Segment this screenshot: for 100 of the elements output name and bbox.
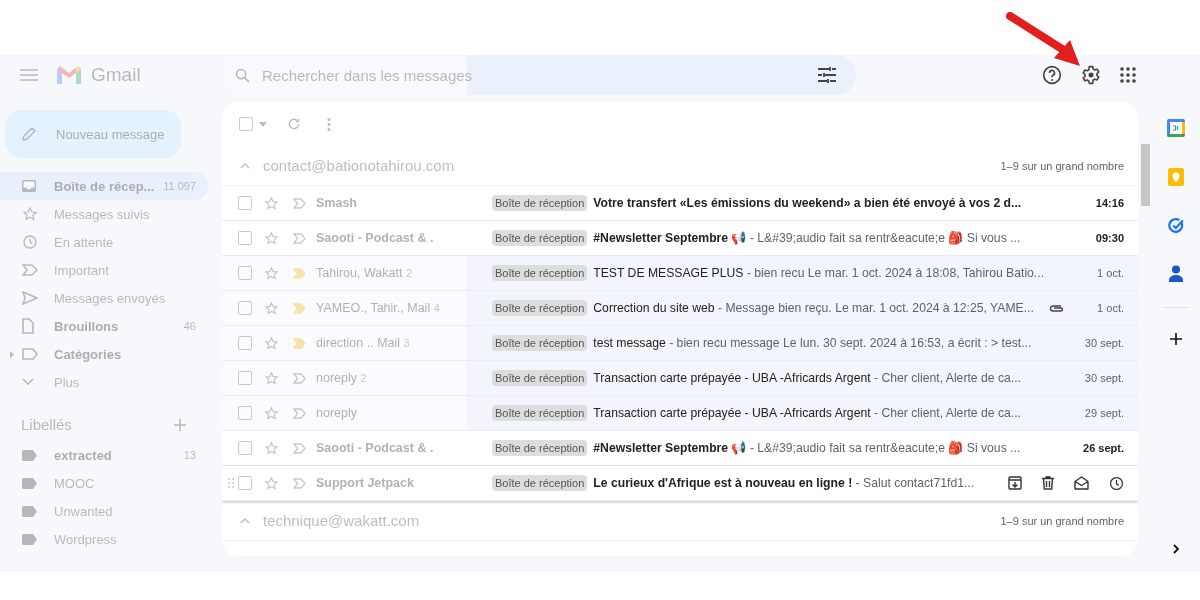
email-row[interactable]: Saooti - Podcast & . Boîte de réception #Newsletter Septembre 📢 - L&#39;audio fait sa rentr&eacute;e 🎒 Si vous ... 26 sept. bbox=[222, 431, 1138, 466]
message-date: 09:30 bbox=[1094, 232, 1124, 244]
row-checkbox[interactable] bbox=[238, 406, 252, 420]
nav-label: Brouillons bbox=[54, 318, 119, 334]
important-marker-icon[interactable] bbox=[293, 302, 306, 314]
sender-name: Saooti - Podcast & . bbox=[316, 441, 434, 455]
pencil-icon bbox=[20, 125, 38, 143]
label-item[interactable]: MOOC bbox=[0, 469, 208, 497]
apps-grid-icon[interactable] bbox=[1120, 67, 1136, 83]
nav-item[interactable]: En attente bbox=[0, 228, 208, 256]
collapse-caret-icon[interactable] bbox=[240, 162, 250, 169]
label-item[interactable]: extracted 13 bbox=[0, 441, 208, 469]
label-name: Wordpress bbox=[54, 531, 117, 547]
caret-icon[interactable] bbox=[259, 121, 267, 127]
important-marker-icon[interactable] bbox=[293, 442, 306, 454]
archive-icon[interactable] bbox=[1008, 476, 1022, 490]
important-marker-icon[interactable] bbox=[293, 232, 306, 244]
tasks-check-icon[interactable] bbox=[1167, 217, 1185, 234]
row-checkbox[interactable] bbox=[238, 336, 252, 350]
collapse-caret-icon[interactable] bbox=[240, 517, 250, 524]
important-icon bbox=[22, 264, 38, 276]
important-marker-icon[interactable] bbox=[293, 197, 306, 209]
nav-label: Messages suivis bbox=[54, 206, 150, 222]
message-preview: #Newsletter Septembre 📢 - L&#39;audio fait sa rentr&eacute;e 🎒 Si vous ... bbox=[593, 439, 1022, 457]
row-checkbox[interactable] bbox=[238, 231, 252, 245]
star-icon[interactable] bbox=[264, 300, 279, 316]
search-field[interactable]: Rechercher dans les messages bbox=[260, 65, 818, 85]
star-icon[interactable] bbox=[264, 195, 279, 211]
delete-icon[interactable] bbox=[1042, 476, 1054, 490]
message-preview: Transaction carte prépayée - UBA -Africards Argent - Cher client, Alerte de ca... bbox=[593, 369, 1022, 387]
compose-button[interactable]: Nouveau message bbox=[5, 110, 181, 158]
label-outline-icon bbox=[22, 348, 38, 360]
sender-name: Smash bbox=[316, 196, 357, 210]
label-count: 13 bbox=[183, 449, 196, 461]
star-icon[interactable] bbox=[264, 335, 279, 351]
menu-icon[interactable] bbox=[20, 69, 38, 81]
nav-count: 46 bbox=[183, 320, 196, 332]
select-all-checkbox[interactable] bbox=[239, 117, 253, 131]
settings-icon[interactable] bbox=[1081, 65, 1101, 85]
label-name: extracted bbox=[54, 447, 112, 463]
send-icon bbox=[22, 291, 38, 305]
filter-sliders-icon[interactable] bbox=[818, 67, 836, 83]
message-preview: test message - bien recu message Le lun. 30 sept. 2024 à 16:53, a écrit : > test... bbox=[593, 334, 1033, 352]
row-checkbox[interactable] bbox=[238, 371, 252, 385]
star-icon bbox=[22, 206, 38, 222]
row-checkbox[interactable] bbox=[238, 196, 252, 210]
email-row[interactable]: Support Jetpack Boîte de réception Le curieux d'Afrique est à nouveau en ligne ! - Salut contact71fd1... bbox=[222, 466, 1138, 501]
nav-item[interactable]: Catégories bbox=[0, 340, 208, 368]
label-item[interactable]: Unwanted bbox=[0, 497, 208, 525]
chevron-right-icon[interactable] bbox=[1173, 544, 1179, 554]
more-vertical-icon[interactable] bbox=[327, 117, 331, 131]
calendar-icon[interactable] bbox=[1167, 119, 1185, 137]
app-name: Gmail bbox=[91, 64, 141, 86]
star-icon[interactable] bbox=[264, 440, 279, 456]
help-icon[interactable] bbox=[1042, 65, 1062, 85]
important-marker-icon[interactable] bbox=[293, 372, 306, 384]
row-checkbox[interactable] bbox=[238, 301, 252, 315]
row-checkbox[interactable] bbox=[238, 476, 252, 490]
nav-item[interactable]: Important bbox=[0, 256, 208, 284]
nav-item[interactable]: Messages suivis bbox=[0, 200, 208, 228]
important-marker-icon[interactable] bbox=[293, 407, 306, 419]
drag-handle-icon[interactable] bbox=[228, 478, 234, 488]
page-counter: 1–9 sur un grand nombre bbox=[1000, 159, 1124, 172]
clock-icon[interactable] bbox=[1109, 475, 1124, 491]
label-icon bbox=[22, 477, 37, 489]
nav-item[interactable]: Plus bbox=[0, 368, 208, 396]
star-icon[interactable] bbox=[264, 405, 279, 421]
expand-arrow-icon[interactable] bbox=[10, 350, 14, 358]
message-date: 30 sept. bbox=[1083, 337, 1124, 349]
inbox-label-tag: Boîte de réception bbox=[492, 370, 588, 386]
important-marker-icon[interactable] bbox=[293, 337, 306, 349]
open-envelope-icon[interactable] bbox=[1074, 476, 1089, 490]
star-icon[interactable] bbox=[264, 265, 279, 281]
gmail-logo-icon bbox=[56, 65, 82, 85]
row-checkbox[interactable] bbox=[238, 266, 252, 280]
email-row[interactable]: noreply Boîte de réception Transaction carte prépayée - UBA -Africards Argent - Cher client, Alerte de ca... 29 sept. bbox=[222, 396, 1138, 431]
person-icon[interactable] bbox=[1169, 265, 1183, 282]
nav-item[interactable]: Brouillons 46 bbox=[0, 312, 208, 340]
labels-heading: Libellés bbox=[21, 416, 72, 433]
important-marker-icon[interactable] bbox=[293, 477, 306, 489]
nav-item[interactable]: Boîte de récep... 11 097 bbox=[0, 172, 208, 200]
nav-label: Plus bbox=[54, 374, 80, 390]
account-heading: contact@bationotahirou.com bbox=[263, 157, 455, 174]
plus-icon[interactable] bbox=[1170, 333, 1182, 345]
email-row[interactable]: Smash Boîte de réception Votre transfert «Les émissions du weekend» a bien été envoyé à vos 2 d... 14:16 bbox=[222, 186, 1138, 221]
row-checkbox[interactable] bbox=[238, 441, 252, 455]
inbox-label-tag: Boîte de réception bbox=[492, 265, 588, 281]
important-marker-icon[interactable] bbox=[293, 267, 306, 279]
label-item[interactable]: Wordpress bbox=[0, 525, 208, 553]
star-icon[interactable] bbox=[264, 475, 279, 491]
lightbulb-note-icon[interactable] bbox=[1168, 168, 1184, 186]
page-counter: 1–9 sur un grand nombre bbox=[1000, 514, 1124, 527]
refresh-icon[interactable] bbox=[287, 117, 301, 131]
inbox-label-tag: Boîte de réception bbox=[492, 230, 588, 246]
message-preview: TEST DE MESSAGE PLUS - bien recu Le mar. 1 oct. 2024 à 18:08, Tahirou Batio... bbox=[593, 264, 1045, 282]
star-icon[interactable] bbox=[264, 370, 279, 386]
label-name: MOOC bbox=[54, 475, 95, 491]
star-icon[interactable] bbox=[264, 230, 279, 246]
scrollbar[interactable] bbox=[1141, 144, 1150, 206]
nav-item[interactable]: Messages envoyés bbox=[0, 284, 208, 312]
